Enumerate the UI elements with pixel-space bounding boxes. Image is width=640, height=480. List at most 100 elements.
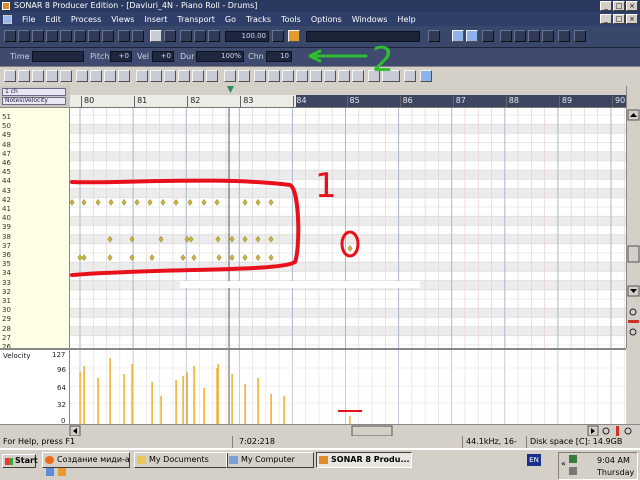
menu-edit[interactable]: Edit: [40, 15, 66, 24]
layout-d-icon[interactable]: [296, 70, 308, 82]
doc-minimize-button[interactable]: _: [600, 14, 612, 24]
maximize-button[interactable]: □: [613, 1, 625, 11]
now-marker-icon[interactable]: [227, 86, 234, 93]
vertical-scroll-thumb[interactable]: [627, 245, 640, 263]
layout-h-icon[interactable]: [352, 70, 364, 82]
tempo-tap-icon[interactable]: [272, 30, 284, 42]
horizontal-scroll-thumb[interactable]: [351, 425, 393, 437]
start-button[interactable]: Start: [2, 454, 38, 468]
layout-c-icon[interactable]: [282, 70, 294, 82]
velocity-bar[interactable]: [203, 388, 205, 424]
redo-icon[interactable]: [102, 30, 114, 42]
note-names-icon[interactable]: [178, 70, 190, 82]
tempo-field[interactable]: 100.00: [225, 31, 269, 42]
show-tracks-icon[interactable]: [150, 70, 162, 82]
tray-expand-icon[interactable]: «: [561, 459, 566, 468]
task-my-documents[interactable]: My Documents: [134, 452, 228, 468]
velocity-bar[interactable]: [182, 376, 184, 424]
document-icon[interactable]: [3, 14, 12, 24]
time-field[interactable]: [32, 51, 84, 62]
layout-f-icon[interactable]: [324, 70, 336, 82]
velocity-bar[interactable]: [151, 382, 153, 424]
menu-help[interactable]: Help: [392, 15, 420, 24]
velocity-bar[interactable]: [270, 394, 272, 424]
velocity-bar[interactable]: [283, 396, 285, 424]
sync-icon[interactable]: [452, 30, 464, 42]
velocity-pane[interactable]: [70, 348, 626, 424]
velocity-bar[interactable]: [160, 396, 162, 424]
paste-icon[interactable]: [74, 30, 86, 42]
vel-field[interactable]: +0: [152, 51, 174, 62]
chn-field[interactable]: 10: [266, 51, 292, 62]
doc-close-button[interactable]: ×: [626, 14, 638, 24]
new-icon[interactable]: [4, 30, 16, 42]
select-tool-icon[interactable]: [4, 70, 16, 82]
zoom-out-h-icon[interactable]: [624, 427, 632, 435]
quicklaunch-icon[interactable]: [58, 468, 66, 476]
metronome-icon[interactable]: [194, 30, 206, 42]
go-next-icon[interactable]: [528, 30, 540, 42]
punch-icon[interactable]: [208, 30, 220, 42]
copy-icon[interactable]: [60, 30, 72, 42]
scrub-icon[interactable]: [60, 70, 72, 82]
menu-file[interactable]: File: [17, 15, 40, 24]
menu-tracks[interactable]: Tracks: [241, 15, 276, 24]
menu-tools[interactable]: Tools: [276, 15, 306, 24]
snap-grid-icon[interactable]: [76, 70, 88, 82]
go-prev-icon[interactable]: [514, 30, 526, 42]
list-icon[interactable]: [238, 70, 250, 82]
view-icon[interactable]: [428, 30, 440, 42]
loop-start-icon[interactable]: [482, 30, 494, 42]
ie-icon[interactable]: [46, 468, 54, 476]
minimize-button[interactable]: _: [600, 1, 612, 11]
mix-icon[interactable]: [466, 30, 478, 42]
play-icon[interactable]: [150, 30, 162, 42]
menu-options[interactable]: Options: [306, 15, 347, 24]
velocity-bar[interactable]: [131, 364, 133, 424]
doc-restore-button[interactable]: □: [613, 14, 625, 24]
velocity-bar[interactable]: [257, 378, 259, 424]
menu-process[interactable]: Process: [66, 15, 106, 24]
zoom-in-icon[interactable]: [104, 70, 116, 82]
velocity-bar[interactable]: [175, 380, 177, 424]
quantize-icon[interactable]: [90, 70, 102, 82]
task-sonar[interactable]: SONAR 8 Produ...: [316, 452, 412, 468]
menu-insert[interactable]: Insert: [139, 15, 172, 24]
grid-icon[interactable]: [224, 70, 236, 82]
erase-tool-icon[interactable]: [32, 70, 44, 82]
task-my-computer[interactable]: My Computer: [226, 452, 314, 468]
save-icon[interactable]: [32, 30, 44, 42]
menu-views[interactable]: Views: [106, 15, 139, 24]
velocity-bar[interactable]: [231, 374, 233, 424]
marker-icon[interactable]: [558, 30, 570, 42]
open-icon[interactable]: [18, 30, 30, 42]
dur-field[interactable]: 100%: [196, 51, 244, 62]
controller-icon[interactable]: [164, 70, 176, 82]
velocity-bar[interactable]: [186, 372, 188, 424]
velocity-bar[interactable]: [97, 378, 99, 424]
velocity-bar[interactable]: [244, 384, 246, 424]
zoom-in-h-icon[interactable]: [602, 427, 610, 435]
help-icon[interactable]: [404, 70, 416, 82]
zoom-in-v-icon[interactable]: [629, 308, 637, 316]
pencil-tool-icon[interactable]: [18, 70, 30, 82]
time-ruler[interactable]: 80 81 82 83 84 85 86 87 88 89 90: [70, 86, 626, 108]
go-start-icon[interactable]: [500, 30, 512, 42]
vertical-scrollbar[interactable]: [626, 86, 640, 348]
clock-time[interactable]: 9:04 AM: [597, 456, 630, 465]
menu-go[interactable]: Go: [220, 15, 241, 24]
zoom-out-v-icon[interactable]: [629, 328, 637, 336]
layout-g-icon[interactable]: [338, 70, 350, 82]
velocity-bar[interactable]: [79, 372, 81, 424]
marker-dropdown[interactable]: [306, 31, 420, 42]
controller-dropdown[interactable]: Notes\Velocity: [2, 97, 66, 105]
layout-b-icon[interactable]: [268, 70, 280, 82]
velocity-bar[interactable]: [83, 366, 85, 424]
velocity-bar[interactable]: [123, 374, 125, 424]
velocity-bar[interactable]: [109, 358, 111, 424]
undo-icon[interactable]: [88, 30, 100, 42]
velocity-bar[interactable]: [349, 416, 351, 424]
task-browser[interactable]: Создание миди-а...: [42, 452, 130, 468]
menu-windows[interactable]: Windows: [347, 15, 393, 24]
lock-icon[interactable]: [420, 70, 432, 82]
